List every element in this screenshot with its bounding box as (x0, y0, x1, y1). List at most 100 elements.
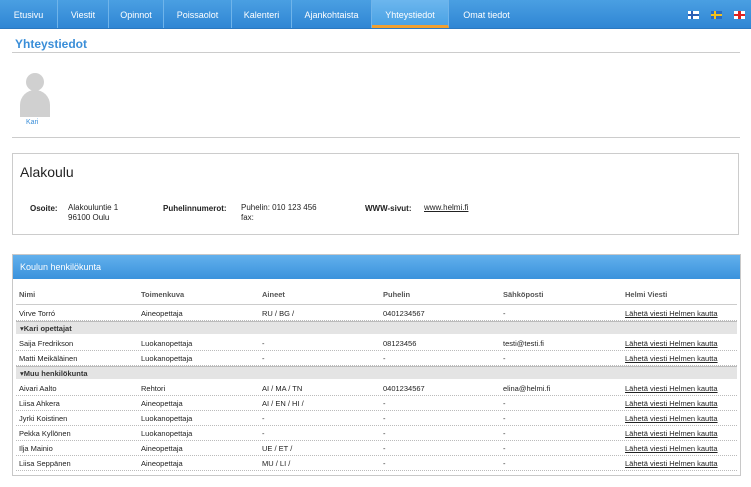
group-label: ▾Muu henkilökunta (20, 369, 88, 378)
staff-email: elina@helmi.fi (503, 384, 551, 393)
staff-name: Saija Fredrikson (19, 339, 74, 348)
address-label: Osoite: (30, 204, 58, 213)
send-message-link[interactable]: Lähetä viesti Helmen kautta (625, 309, 718, 318)
staff-name: Matti Meikäläinen (19, 354, 78, 363)
staff-phone: 0401234567 (383, 309, 425, 318)
fax-line: fax: (241, 213, 254, 222)
send-message-link[interactable]: Lähetä viesti Helmen kautta (625, 429, 718, 438)
tab-etusivu[interactable]: Etusivu (0, 0, 58, 28)
staff-panel: Koulun henkilökunta Nimi Toimenkuva Aine… (12, 254, 741, 476)
column-email[interactable]: Sähköposti (503, 290, 543, 299)
table-row: Virve Torró Aineopettaja RU / BG / 04012345… (16, 306, 737, 321)
staff-panel-title: Koulun henkilökunta (13, 255, 740, 279)
staff-name: Liisa Ahkera (19, 399, 60, 408)
staff-subjects: AI / MA / TN (262, 384, 303, 393)
table-row: Aivari Aalto Rehtori AI / MA / TN 040123456… (16, 381, 737, 396)
staff-name: Virve Torró (19, 309, 55, 318)
english-flag-icon[interactable] (734, 11, 745, 19)
phone-label: Puhelinnumerot: (163, 204, 227, 213)
staff-role: Luokanopettaja (141, 414, 193, 423)
staff-phone: - (383, 399, 386, 408)
phone-value: Puhelin: 010 123 456 fax: (241, 203, 317, 223)
send-message-link[interactable]: Lähetä viesti Helmen kautta (625, 459, 718, 468)
table-row: Matti Meikäläinen Luokanopettaja - - - Lähetä… (16, 351, 737, 366)
staff-email: - (503, 399, 506, 408)
column-helmi-message[interactable]: Helmi Viesti (625, 290, 667, 299)
column-name[interactable]: Nimi (19, 290, 35, 299)
tab-ajankohtaista[interactable]: Ajankohtaista (292, 0, 372, 28)
staff-email: - (503, 444, 506, 453)
table-row: Jyrki Koistinen Luokanopettaja - - - Lähetä v… (16, 411, 737, 426)
staff-subjects: UE / ET / (262, 444, 293, 453)
column-subjects[interactable]: Aineet (262, 290, 285, 299)
staff-subjects: - (262, 339, 265, 348)
table-row: Liisa Seppänen Aineopettaja MU / LI / - - Läh… (16, 456, 737, 471)
staff-subjects: - (262, 429, 265, 438)
avatar-icon[interactable] (20, 73, 50, 117)
staff-role: Aineopettaja (141, 309, 183, 318)
website-label: WWW-sivut: (365, 204, 412, 213)
address-value: Alakouluntie 1 96100 Oulu (68, 203, 118, 223)
staff-email: - (503, 309, 506, 318)
avatar-name[interactable]: Kari (26, 119, 38, 126)
staff-phone: 08123456 (383, 339, 417, 348)
address-line-2: 96100 Oulu (68, 213, 110, 222)
school-info-box: Alakoulu Osoite: Alakouluntie 1 96100 Ou… (12, 153, 739, 235)
table-row: Pekka Kyllönen Luokanopettaja - - - Lähetä vi… (16, 426, 737, 441)
staff-phone: - (383, 459, 386, 468)
staff-email: - (503, 459, 506, 468)
send-message-link[interactable]: Lähetä viesti Helmen kautta (625, 414, 718, 423)
top-navigation: Etusivu Viestit Opinnot Poissaolot Kalen… (0, 0, 751, 29)
staff-phone: - (383, 414, 386, 423)
tab-kalenteri[interactable]: Kalenteri (232, 0, 292, 28)
title-divider (12, 52, 740, 53)
staff-name: Jyrki Koistinen (19, 414, 68, 423)
table-row: Ilja Mainio Aineopettaja UE / ET / - - Lähetä… (16, 441, 737, 456)
staff-phone: - (383, 444, 386, 453)
staff-name: Ilja Mainio (19, 444, 53, 453)
page-title: Yhteystiedot (15, 37, 88, 51)
staff-role: Luokanopettaja (141, 354, 193, 363)
section-divider (12, 137, 740, 138)
tab-yhteystiedot[interactable]: Yhteystiedot (372, 0, 449, 28)
tab-opinnot[interactable]: Opinnot (109, 0, 164, 28)
column-phone[interactable]: Puhelin (383, 290, 410, 299)
staff-name: Aivari Aalto (19, 384, 57, 393)
swedish-flag-icon[interactable] (711, 11, 722, 19)
staff-name: Liisa Seppänen (19, 459, 71, 468)
staff-role: Rehtori (141, 384, 166, 393)
staff-subjects: RU / BG / (262, 309, 295, 318)
school-name: Alakoulu (20, 164, 74, 180)
group-header[interactable]: ▾Muu henkilökunta (16, 366, 737, 379)
tab-omat-tiedot[interactable]: Omat tiedot (449, 0, 524, 28)
finnish-flag-icon[interactable] (688, 11, 699, 19)
staff-name: Pekka Kyllönen (19, 429, 71, 438)
phone-line: Puhelin: 010 123 456 (241, 203, 317, 212)
tab-viestit[interactable]: Viestit (58, 0, 109, 28)
column-role[interactable]: Toimenkuva (141, 290, 184, 299)
website-link[interactable]: www.helmi.fi (424, 203, 468, 213)
staff-subjects: MU / LI / (262, 459, 291, 468)
header-divider (16, 304, 737, 305)
send-message-link[interactable]: Lähetä viesti Helmen kautta (625, 444, 718, 453)
staff-role: Luokanopettaja (141, 339, 193, 348)
staff-email: - (503, 354, 506, 363)
send-message-link[interactable]: Lähetä viesti Helmen kautta (625, 354, 718, 363)
send-message-link[interactable]: Lähetä viesti Helmen kautta (625, 399, 718, 408)
staff-role: Aineopettaja (141, 444, 183, 453)
group-header[interactable]: ▾Kari opettajat (16, 321, 737, 334)
staff-role: Luokanopettaja (141, 429, 193, 438)
staff-email: - (503, 414, 506, 423)
table-row: Liisa Ahkera Aineopettaja AI / EN / HI / - -… (16, 396, 737, 411)
staff-phone: - (383, 429, 386, 438)
staff-subjects: - (262, 354, 265, 363)
staff-subjects: AI / EN / HI / (262, 399, 304, 408)
staff-role: Aineopettaja (141, 399, 183, 408)
staff-role: Aineopettaja (141, 459, 183, 468)
send-message-link[interactable]: Lähetä viesti Helmen kautta (625, 339, 718, 348)
staff-phone: 0401234567 (383, 384, 425, 393)
address-line-1: Alakouluntie 1 (68, 203, 119, 212)
group-label: ▾Kari opettajat (20, 324, 72, 333)
tab-poissaolot[interactable]: Poissaolot (164, 0, 232, 28)
send-message-link[interactable]: Lähetä viesti Helmen kautta (625, 384, 718, 393)
